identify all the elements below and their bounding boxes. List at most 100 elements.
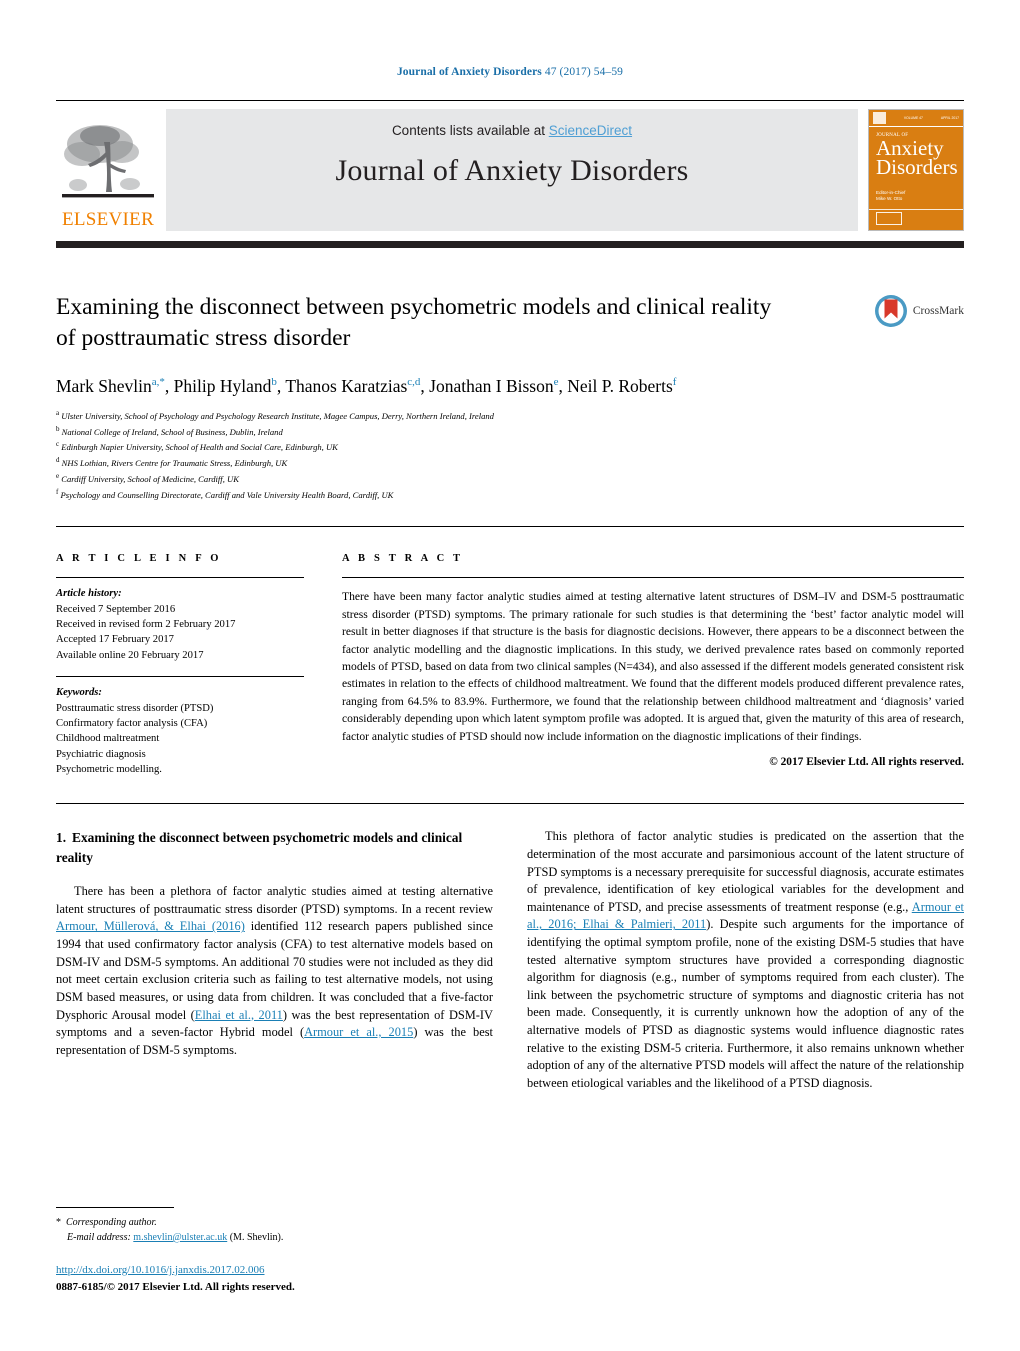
- keyword-item: Psychometric modelling.: [56, 764, 162, 775]
- section-1-number: 1.: [56, 830, 67, 846]
- para1-part-b: identified 112 research papers published…: [56, 919, 493, 1022]
- footnote-rule: [56, 1206, 174, 1208]
- keyword-item: Confirmatory factor analysis (CFA): [56, 717, 208, 729]
- elsevier-wordmark: ELSEVIER: [61, 209, 155, 230]
- body-columns: 1. Examining the disconnect between psych…: [56, 828, 964, 1092]
- journal-banner-center: Contents lists available at ScienceDirec…: [166, 109, 858, 231]
- section-1-paragraph-2: This plethora of factor analytic studies…: [527, 828, 964, 1092]
- affiliation-mark: f: [56, 487, 59, 496]
- issn-copyright: 0887-6185/© 2017 Elsevier Ltd. All right…: [56, 1280, 295, 1293]
- elsevier-logo: ELSEVIER: [56, 109, 160, 231]
- author-affiliation-mark: c,d: [407, 376, 421, 389]
- author-name: Philip Hyland: [173, 376, 272, 397]
- cover-word-disorders: Disorders: [876, 154, 958, 179]
- author-name: Jonathan I Bisson: [429, 376, 554, 397]
- journal-title: Journal of Anxiety Disorders: [335, 154, 689, 187]
- crossmark-badge[interactable]: CrossMark: [874, 294, 964, 328]
- para2-part-b: ). Despite such arguments for the import…: [527, 917, 964, 1090]
- footnote-block: * Corresponding author. E-mail address: m…: [56, 1206, 493, 1296]
- para2-part-a: This plethora of factor analytic studies…: [527, 829, 964, 914]
- cover-masthead: VOLUME 47 APRIL 2017: [869, 110, 963, 127]
- article-info-rule: [56, 577, 304, 579]
- article-page: Journal of Anxiety Disorders 47 (2017) 5…: [0, 0, 1020, 1351]
- cover-stripe: [869, 208, 963, 210]
- section-1-title: Examining the disconnect between psychom…: [56, 830, 463, 865]
- affiliation-item: f Psychology and Counselling Directorate…: [56, 487, 394, 500]
- cover-editor: Editor-in-Chief Mike W. Otto: [876, 189, 906, 201]
- corresponding-author-note: * Corresponding author. E-mail address: m…: [56, 1215, 493, 1245]
- abstract-bottom-rule: [56, 803, 964, 805]
- doi-block: http://dx.doi.org/10.1016/j.janxdis.2017…: [56, 1262, 493, 1296]
- email-label: E-mail address:: [67, 1231, 131, 1243]
- author-affiliation-mark: f: [672, 376, 677, 389]
- history-item: Accepted 17 February 2017: [56, 634, 174, 646]
- banner-bottom-rule: [56, 241, 964, 248]
- body-column-right: This plethora of factor analytic studies…: [527, 828, 964, 1092]
- author-name: Mark Shevlin: [56, 376, 152, 397]
- affiliation-mark: a: [56, 408, 60, 417]
- keyword-item: Childhood maltreatment: [56, 733, 160, 745]
- affiliation-item: b National College of Ireland, School of…: [56, 424, 283, 437]
- crossmark-icon: [874, 295, 907, 327]
- running-head-volume: 47 (2017) 54–59: [544, 66, 624, 78]
- affiliation-list: a Ulster University, School of Psycholog…: [56, 408, 964, 503]
- affiliation-item: d NHS Lothian, Rivers Centre for Traumat…: [56, 456, 288, 468]
- affiliation-item: a Ulster University, School of Psycholog…: [56, 408, 494, 421]
- title-bottom-rule: [56, 526, 964, 528]
- keywords-label: Keywords:: [56, 687, 102, 699]
- citation-elhai-2011[interactable]: Elhai et al., 2011: [195, 1008, 283, 1022]
- crossmark-label: CrossMark: [912, 305, 964, 317]
- info-abstract-row: A R T I C L E I N F O Article history: R…: [56, 553, 964, 777]
- affiliation-mark: d: [56, 456, 60, 465]
- author-list: Mark Shevlina,*, Philip Hylandb, Thanos …: [56, 376, 677, 397]
- citation-armour-2016[interactable]: Armour, Müllerová, & Elhai (2016): [56, 919, 245, 933]
- author-name: Thanos Karatzias: [285, 376, 408, 397]
- footnote-star: *: [56, 1216, 61, 1228]
- author-affiliation-mark: a,*: [151, 376, 165, 389]
- history-item: Available online 20 February 2017: [56, 649, 204, 661]
- abstract-column: A B S T R A C T There have been many fac…: [342, 553, 964, 777]
- author-name: Neil P. Roberts: [567, 376, 673, 397]
- cover-volume: VOLUME 47: [903, 116, 923, 120]
- journal-cover-thumbnail: VOLUME 47 APRIL 2017 JOURNAL OF Anxiety …: [868, 109, 964, 231]
- page-title: Examining the disconnect between psychom…: [56, 294, 772, 351]
- article-history-label: Article history:: [56, 588, 122, 600]
- affiliation-mark: e: [56, 471, 60, 480]
- author-affiliation-mark: e: [553, 376, 559, 389]
- journal-banner: ELSEVIER Contents lists available at Sci…: [56, 109, 964, 231]
- abstract-copyright: © 2017 Elsevier Ltd. All rights reserved…: [769, 755, 964, 768]
- citation-armour-2015[interactable]: Armour et al., 2015: [304, 1025, 413, 1039]
- history-item: Received 7 September 2016: [56, 603, 176, 615]
- cover-publisher-badge: [876, 212, 902, 225]
- affiliation-item: e Cardiff University, School of Medicine…: [56, 471, 239, 484]
- article-history: Article history: Received 7 September 20…: [56, 586, 304, 663]
- abstract-text: There have been many factor analytic stu…: [342, 590, 964, 743]
- keywords-rule: [56, 676, 304, 678]
- cover-title: JOURNAL OF Anxiety Disorders: [869, 127, 963, 177]
- section-1-paragraph-1: There has been a plethora of factor anal…: [56, 883, 493, 1059]
- keywords: Keywords: Posttraumatic stress disorder …: [56, 685, 304, 777]
- keyword-item: Psychiatric diagnosis: [56, 748, 146, 760]
- header-divider: [56, 100, 964, 101]
- corresponding-author-label: Corresponding author.: [66, 1216, 157, 1228]
- cover-date: APRIL 2017: [940, 116, 959, 120]
- title-block: Examining the disconnect between psychom…: [56, 292, 964, 502]
- author-affiliation-mark: b: [271, 376, 277, 389]
- para1-part-a: There has been a plethora of factor anal…: [56, 884, 493, 916]
- elsevier-tree-icon: [60, 118, 156, 210]
- affiliation-mark: b: [56, 424, 60, 433]
- contents-line: Contents lists available at ScienceDirec…: [392, 123, 632, 138]
- contents-prefix: Contents lists available at: [391, 123, 549, 138]
- running-head: Journal of Anxiety Disorders 47 (2017) 5…: [56, 0, 964, 78]
- sciencedirect-link[interactable]: ScienceDirect: [549, 123, 632, 138]
- cover-publisher-icon: [873, 112, 886, 124]
- email-link[interactable]: m.shevlin@ulster.ac.uk: [133, 1232, 227, 1243]
- affiliation-mark: c: [56, 440, 60, 449]
- section-1-heading: 1. Examining the disconnect between psych…: [56, 828, 493, 867]
- history-item: Received in revised form 2 February 2017: [56, 619, 236, 631]
- doi-link[interactable]: http://dx.doi.org/10.1016/j.janxdis.2017…: [56, 1264, 265, 1276]
- body-column-left: 1. Examining the disconnect between psych…: [56, 828, 493, 1092]
- article-info-heading: A R T I C L E I N F O: [56, 553, 222, 565]
- affiliation-item: c Edinburgh Napier University, School of…: [56, 440, 338, 453]
- abstract-rule: [342, 577, 964, 579]
